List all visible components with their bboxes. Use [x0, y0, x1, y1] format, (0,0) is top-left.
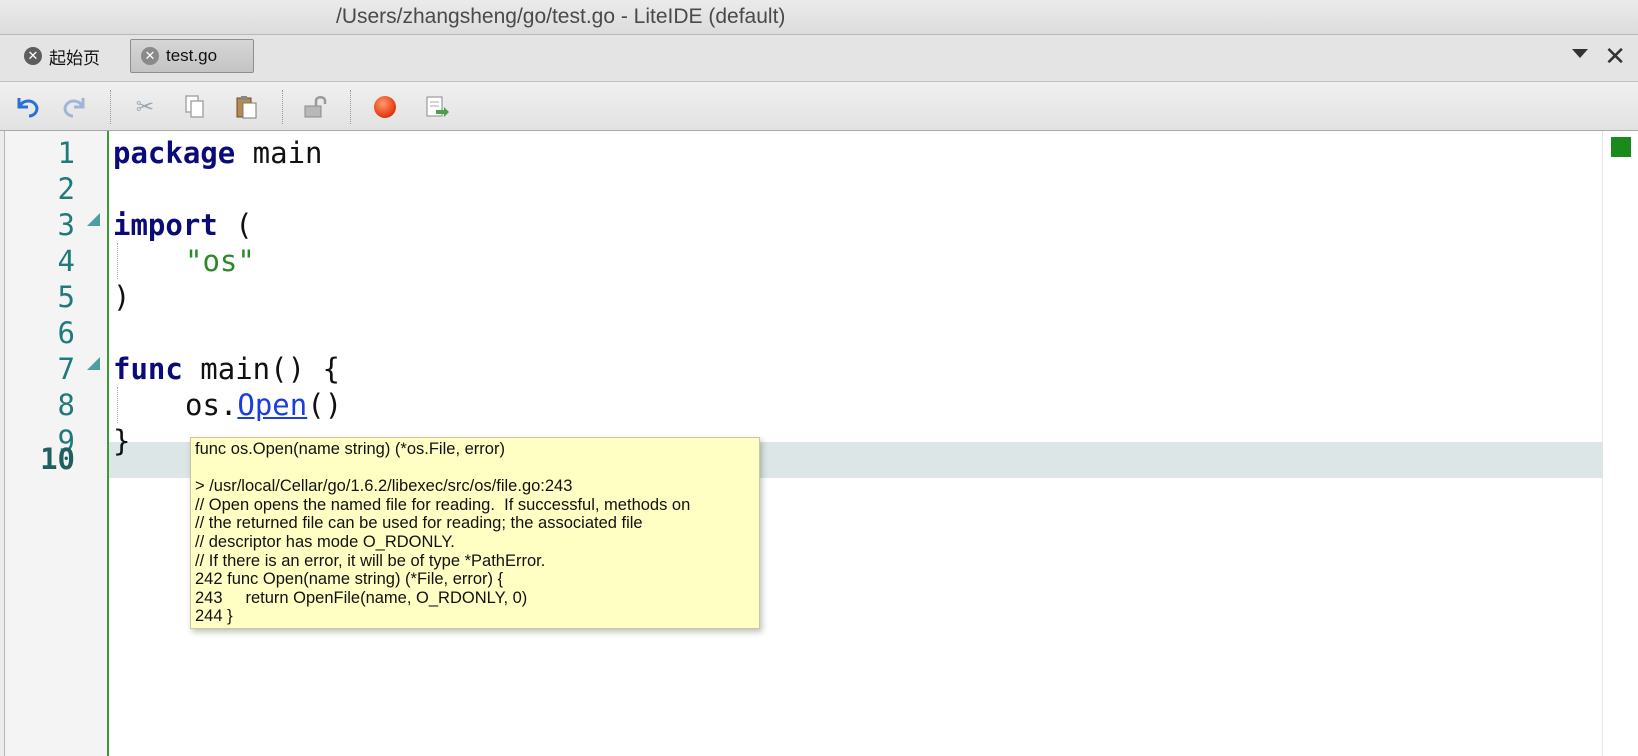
export-icon[interactable] — [422, 92, 452, 122]
line-number: 3 — [57, 208, 75, 242]
window-title: /Users/zhangsheng/go/test.go - LiteIDE (… — [336, 5, 786, 28]
tab-start-page[interactable]: ✕ 起始页 — [14, 39, 118, 73]
line-number-gutter: 1 2 3 4 5 6 7 8 9 10 — [5, 131, 109, 756]
symbol-link[interactable]: Open — [237, 388, 307, 422]
tab-bar: ✕ 起始页 ✕ test.go ✕ — [0, 35, 1638, 82]
tooltip-line: 242 func Open(name string) (*File, error… — [195, 570, 504, 589]
window-titlebar: /Users/zhangsheng/go/test.go - LiteIDE (… — [0, 0, 1638, 35]
keyword: package — [113, 136, 236, 170]
line-number: 2 — [57, 172, 75, 206]
code-text: main() { — [182, 352, 340, 386]
line-number: 7 — [57, 352, 75, 386]
vertical-scrollbar[interactable] — [1602, 131, 1638, 756]
indent-guide — [117, 243, 118, 279]
tab-label: test.go — [166, 46, 218, 65]
code-line-5: ) — [113, 279, 130, 315]
chevron-down-icon[interactable] — [1572, 49, 1588, 58]
tooltip-line: func os.Open(name string) (*os.File, err… — [195, 440, 505, 458]
code-line-7: func main() { — [113, 351, 340, 387]
line-number: 4 — [57, 244, 75, 278]
toolbar-separator — [282, 90, 283, 124]
keyword: import — [113, 208, 218, 242]
tooltip-line: 243 return OpenFile(name, O_RDONLY, 0) — [195, 588, 528, 607]
tooltip-line: 244 } — [195, 607, 233, 626]
line-number: 5 — [57, 280, 75, 314]
lock-icon[interactable] — [300, 92, 330, 122]
tab-label: 起始页 — [49, 48, 100, 68]
code-text: ) — [113, 280, 131, 314]
line-number-current: 10 — [40, 442, 75, 476]
code-line-4: "os" — [185, 243, 255, 279]
code-text: ( — [217, 208, 253, 242]
tooltip-line — [195, 459, 759, 478]
fold-marker-icon[interactable] — [87, 357, 100, 370]
fold-marker-icon[interactable] — [87, 213, 100, 226]
close-icon[interactable]: ✕ — [1604, 41, 1626, 71]
code-text: main — [235, 136, 323, 170]
paste-icon[interactable] — [232, 92, 262, 122]
keyword: func — [113, 352, 183, 386]
tooltip-line: // If there is an error, it will be of t… — [195, 551, 546, 570]
line-number: 6 — [57, 316, 75, 350]
tab-close-icon[interactable]: ✕ — [141, 47, 159, 65]
undo-icon[interactable] — [12, 92, 42, 122]
toolbar: ✂ — [0, 82, 1638, 131]
tab-test-go[interactable]: ✕ test.go — [130, 39, 254, 73]
string-literal: "os" — [185, 244, 255, 278]
code-line-1: package main — [113, 135, 323, 171]
copy-icon[interactable] — [180, 92, 210, 122]
tooltip-line: // descriptor has mode O_RDONLY. — [195, 532, 455, 551]
code-text: () — [307, 388, 343, 422]
scroll-marker — [1611, 137, 1631, 157]
code-line-3: import ( — [113, 207, 253, 243]
tab-close-icon[interactable]: ✕ — [24, 47, 42, 65]
documentation-tooltip: func os.Open(name string) (*os.File, err… — [190, 437, 760, 629]
indent-guide — [117, 387, 118, 423]
redo-icon[interactable] — [60, 92, 90, 122]
tooltip-line: // Open opens the named file for reading… — [195, 495, 691, 514]
code-line-8: os.Open() — [185, 387, 342, 423]
record-icon[interactable] — [370, 92, 400, 122]
line-number: 1 — [57, 136, 75, 170]
tooltip-line: > /usr/local/Cellar/go/1.6.2/libexec/src… — [195, 477, 573, 496]
code-line-9: } — [113, 423, 130, 459]
toolbar-separator — [110, 90, 111, 124]
code-text: os. — [185, 388, 238, 422]
code-text: } — [113, 424, 131, 458]
line-number: 8 — [57, 388, 75, 422]
toolbar-separator — [350, 90, 351, 124]
tooltip-line: // the returned file can be used for rea… — [195, 514, 643, 533]
cut-icon[interactable]: ✂ — [130, 92, 160, 122]
